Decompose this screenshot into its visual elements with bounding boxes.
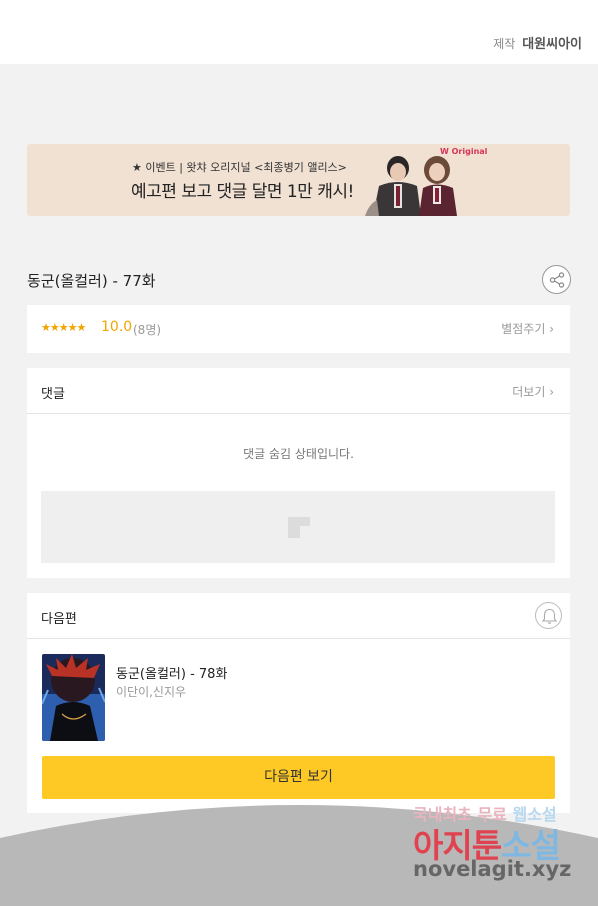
- ad-placeholder: [41, 491, 555, 563]
- notify-button[interactable]: [535, 602, 562, 629]
- rating-score: 10.0: [101, 319, 133, 335]
- producer-credit: 제작 대원씨아이: [493, 33, 582, 52]
- next-section-title: 다음편: [41, 612, 77, 627]
- next-episode-title[interactable]: 동군(올컬러) - 78화: [116, 663, 227, 682]
- comments-more-link[interactable]: 더보기 ›: [512, 383, 554, 400]
- watermark-url: novelagit.xyz: [413, 857, 572, 881]
- producer-name[interactable]: 대원씨아이: [522, 37, 582, 52]
- banner-event-line: ★ 이벤트 | 왓챠 오리지널 <최종병기 앨리스>: [132, 161, 347, 174]
- next-header: 다음편: [27, 593, 570, 639]
- next-episode-card: 다음편 동군(올컬러) - 78화 이단이,신지우 다음편 보기: [27, 593, 570, 813]
- comments-title: 댓글: [41, 387, 65, 402]
- event-banner[interactable]: ★ 이벤트 | 왓챠 오리지널 <최종병기 앨리스> 예고편 보고 댓글 달면 …: [27, 144, 570, 216]
- comments-header: 댓글 더보기 ›: [27, 368, 570, 414]
- banner-headline: 예고편 보고 댓글 달면 1만 캐시!: [131, 182, 354, 202]
- banner-badge: W Original: [440, 147, 488, 156]
- rate-button[interactable]: 별점주기 ›: [501, 320, 554, 337]
- next-episode-authors: 이단이,신지우: [116, 685, 187, 699]
- top-bar: 제작 대원씨아이: [0, 0, 598, 64]
- episode-title: 동군(올컬러) - 77화: [27, 272, 156, 290]
- banner-characters-image: [365, 156, 457, 216]
- next-episode-button[interactable]: 다음편 보기: [42, 756, 555, 799]
- producer-label: 제작: [493, 37, 516, 51]
- rating-stars: ★★★★★: [41, 321, 86, 334]
- bell-icon: [541, 608, 558, 624]
- rating-card: ★★★★★ 10.0 (8명) 별점주기 ›: [27, 305, 570, 353]
- share-button[interactable]: [542, 265, 571, 294]
- comments-hidden-message: 댓글 숨김 상태입니다.: [243, 447, 354, 461]
- ad-placeholder-icon: [288, 517, 310, 538]
- comments-card: 댓글 더보기 › 댓글 숨김 상태입니다.: [27, 368, 570, 578]
- next-episode-thumbnail[interactable]: [42, 654, 105, 741]
- share-icon: [549, 272, 565, 288]
- rating-count: (8명): [133, 323, 162, 337]
